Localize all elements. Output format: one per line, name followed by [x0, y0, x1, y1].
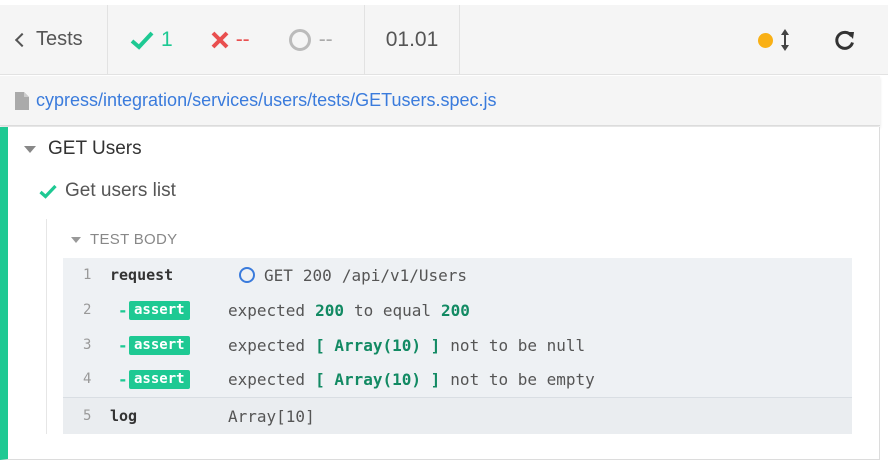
- caret-down-icon: [24, 145, 36, 153]
- passed-count: 1: [161, 27, 173, 51]
- assert-badge: assert: [129, 336, 190, 355]
- assert-value: 200: [441, 300, 470, 320]
- check-icon: [39, 184, 57, 199]
- command-dash: -: [118, 335, 128, 355]
- assert-message: expected 200 to equal 200: [228, 301, 470, 320]
- test-title: Get users list: [65, 180, 176, 201]
- running-dot-icon: [758, 32, 773, 48]
- stat-passed: 1: [130, 28, 173, 52]
- test-body: TEST BODY 1 request GET 200 /api/v1/User…: [46, 219, 852, 434]
- command-number: 2: [83, 302, 92, 318]
- spec-file-bar: cypress/integration/services/users/tests…: [0, 76, 880, 126]
- request-status: 200: [302, 265, 332, 285]
- command-message: GET 200 /api/v1/Users: [233, 266, 467, 285]
- assert-value: [ Array(10) ]: [315, 335, 441, 355]
- command-row-log[interactable]: 5 log Array[10]: [63, 397, 852, 434]
- assert-badge: assert: [129, 370, 190, 389]
- command-number: 4: [83, 371, 92, 387]
- spinner-icon: [288, 28, 311, 51]
- command-row-request[interactable]: 1 request GET 200 /api/v1/Users: [63, 258, 852, 292]
- request-method: GET: [264, 265, 293, 285]
- assert-word: not to be empty: [450, 369, 595, 389]
- reporter-header: Tests 1 -- -- 01.01: [0, 4, 888, 75]
- command-row-assert[interactable]: 3 - assert expected [ Array(10) ] not to…: [63, 328, 852, 362]
- assert-badge: assert: [129, 301, 190, 320]
- command-name: request: [110, 266, 174, 284]
- suite-panel: GET Users Get users list TEST BODY 1 req…: [0, 127, 880, 460]
- caret-down-icon: [71, 236, 81, 243]
- failed-count: --: [235, 27, 250, 51]
- test-title-row[interactable]: Get users list: [39, 180, 176, 202]
- command-log: 1 request GET 200 /api/v1/Users 2 - asse…: [63, 258, 852, 434]
- command-number: 3: [83, 337, 92, 353]
- assert-value: 200: [315, 300, 344, 320]
- pending-circle-icon: [239, 267, 255, 283]
- run-duration: 01.01: [365, 4, 460, 75]
- command-number: 1: [83, 267, 92, 283]
- assert-value: [ Array(10) ]: [315, 369, 441, 389]
- command-row-assert[interactable]: 2 - assert expected 200 to equal 200: [63, 293, 852, 327]
- command-message: Array[10]: [228, 406, 315, 426]
- command-dash: -: [118, 300, 128, 320]
- assert-word: expected: [228, 335, 306, 355]
- suite-title-row[interactable]: GET Users: [24, 138, 142, 160]
- back-label: Tests: [36, 28, 83, 50]
- assert-message: expected [ Array(10) ] not to be null: [228, 336, 585, 355]
- header-controls: [758, 5, 888, 75]
- test-body-label: TEST BODY: [90, 231, 178, 248]
- file-icon: [15, 91, 29, 110]
- stat-failed: --: [211, 28, 250, 52]
- command-name: log: [110, 407, 138, 425]
- stat-pending: --: [288, 28, 333, 52]
- suite-title: GET Users: [48, 138, 142, 159]
- assert-message: expected [ Array(10) ] not to be empty: [228, 370, 595, 389]
- scroll-updown-icon[interactable]: [780, 28, 790, 52]
- test-stats: 1 -- --: [108, 4, 365, 75]
- x-icon: [211, 31, 229, 48]
- spec-file-path[interactable]: cypress/integration/services/users/tests…: [36, 90, 497, 111]
- reload-icon[interactable]: [834, 29, 856, 51]
- command-row-assert[interactable]: 4 - assert expected [ Array(10) ] not to…: [63, 362, 852, 396]
- request-url: /api/v1/Users: [341, 265, 468, 285]
- test-body-toggle[interactable]: TEST BODY: [71, 231, 177, 248]
- pending-count: --: [318, 27, 333, 51]
- assert-word: expected: [228, 300, 306, 320]
- chevron-left-icon: [14, 32, 30, 48]
- check-icon: [130, 31, 154, 50]
- assert-word: expected: [228, 369, 306, 389]
- command-dash: -: [118, 369, 128, 389]
- assert-word: to equal: [353, 300, 432, 320]
- back-to-tests-button[interactable]: Tests: [0, 4, 108, 75]
- command-number: 5: [83, 408, 92, 424]
- assert-word: not to be null: [450, 335, 586, 355]
